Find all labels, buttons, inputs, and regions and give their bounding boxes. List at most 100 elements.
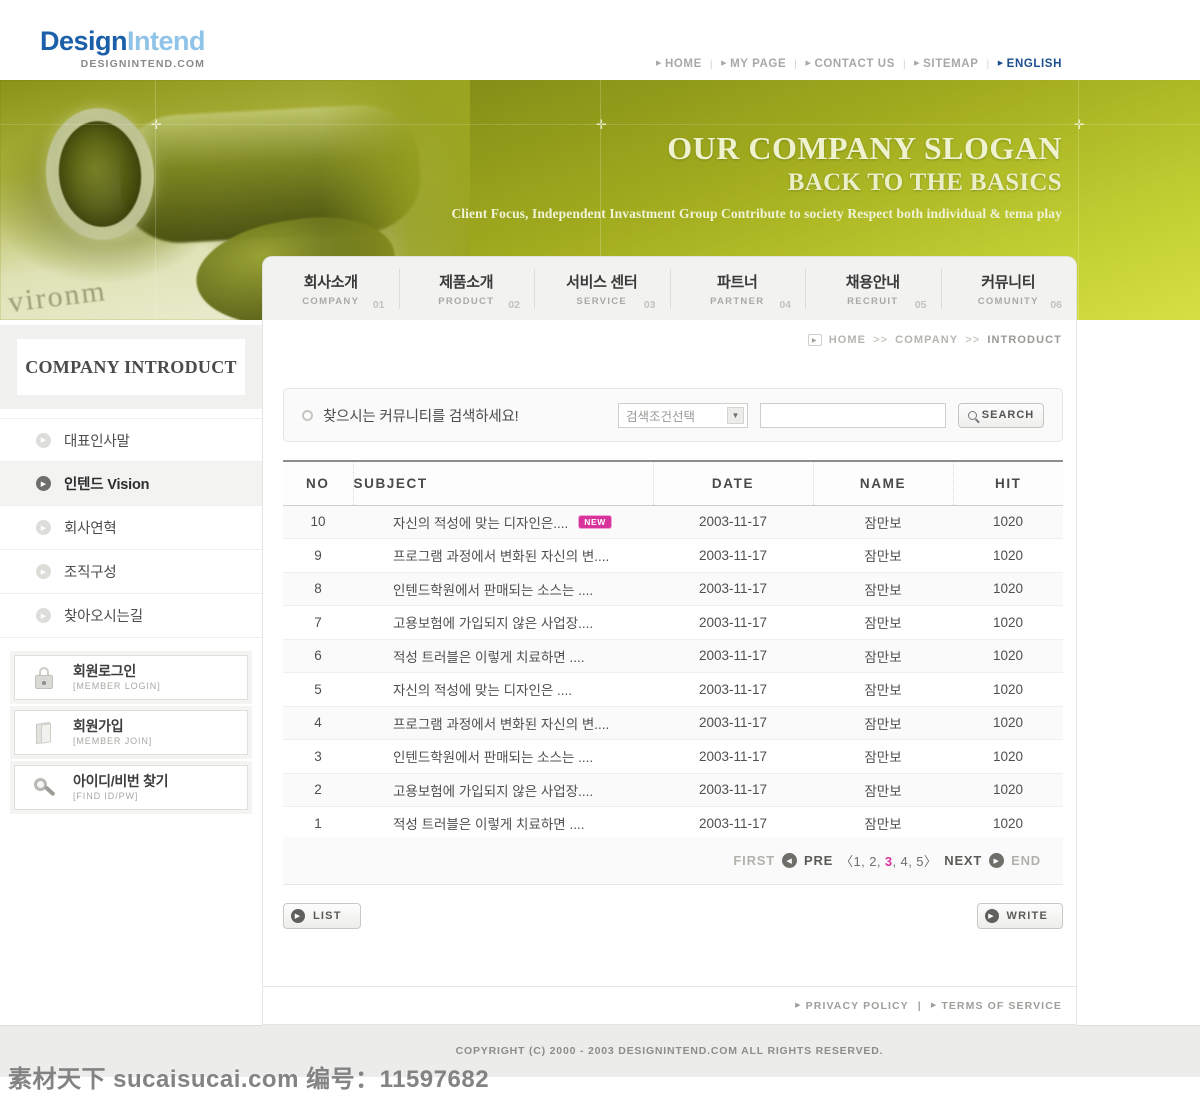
table-row[interactable]: 3 인텐드학원에서 판매되는 소스는 .... 2003-11-17 잠만보 1… (283, 739, 1063, 774)
tab-company[interactable]: 회사소개 COMPANY 01 (263, 257, 399, 321)
action-button-row: ▶ LIST ▶ WRITE (283, 903, 1063, 931)
pagination-prev[interactable]: PRE (804, 853, 833, 868)
cell-date: 2003-11-17 (653, 538, 813, 573)
member-login-box[interactable]: 회원로그인 [MEMBER LOGIN] (14, 655, 248, 700)
cell-hit: 1020 (953, 572, 1063, 606)
triangle-right-icon: ▶ (807, 334, 822, 346)
cell-hit: 1020 (953, 806, 1063, 841)
tab-service[interactable]: 서비스 센터 SERVICE 03 (534, 257, 670, 321)
tab-number: 01 (372, 299, 385, 311)
find-id-pw-label-en: [FIND ID/PW] (73, 790, 139, 801)
breadcrumb-current: INTRODUCT (987, 334, 1062, 346)
sidebar-item-label: 회사연혁 (64, 521, 117, 537)
pagination-page-5[interactable]: 5 (916, 854, 924, 869)
sidebar-title: COMPANY INTRODUCT (17, 339, 245, 395)
tab-label-en: COMPANY (302, 296, 360, 307)
topnav-item-english[interactable]: ▶ ENGLISH (990, 58, 1070, 70)
cell-subject[interactable]: 자신의 적성에 맞는 디자인은.... NEW (353, 505, 653, 539)
search-input[interactable] (760, 402, 946, 428)
table-row[interactable]: 10 자신의 적성에 맞는 디자인은.... NEW 2003-11-17 잠만보… (283, 505, 1063, 539)
triangle-right-icon: ▶ (721, 60, 728, 67)
breadcrumb-home[interactable]: HOME (829, 334, 866, 346)
table-body: 10 자신의 적성에 맞는 디자인은.... NEW 2003-11-17 잠만보… (283, 505, 1063, 841)
chevron-right-icon: ▶ (984, 909, 999, 923)
tab-number: 06 (1050, 299, 1062, 311)
member-join-box[interactable]: 회원가입 [MEMBER JOIN] (14, 710, 248, 755)
sidebar-item-directions[interactable]: ▶ 찾아오시는길 (0, 594, 262, 638)
write-button[interactable]: ▶ WRITE (976, 903, 1063, 929)
pagination-end[interactable]: END (1011, 853, 1041, 868)
pagination-next[interactable]: NEXT (944, 853, 982, 868)
cell-subject[interactable]: 인텐드학원에서 판매되는 소스는 .... (353, 572, 653, 606)
pagination-page-3-current[interactable]: 3 (885, 854, 893, 869)
tab-community[interactable]: 커뮤니티 COMUNITY 06 (940, 257, 1077, 321)
list-button[interactable]: ▶ LIST (283, 903, 361, 929)
site-header: DesignIntend DESIGNINTEND.COM ▶ HOME | ▶ M… (0, 0, 1200, 80)
tab-label-ko: 파트너 (716, 274, 758, 291)
search-bar: 찾으시는 커뮤니티를 검색하세요! 검색조건선택 ▼ SEARCH (283, 388, 1063, 442)
cell-date: 2003-11-17 (653, 773, 813, 807)
tab-partner[interactable]: 파트너 PARTNER 04 (669, 257, 806, 321)
tab-recruit[interactable]: 채용안내 RECRUIT 05 (805, 257, 941, 321)
table-row[interactable]: 4 프로그램 과정에서 변화된 자신의 변.... 2003-11-17 잠만보… (283, 706, 1063, 740)
triangle-right-icon: ▶ (795, 1001, 802, 1009)
breadcrumb-section[interactable]: COMPANY (895, 334, 958, 346)
member-join-text: 회원가입 [MEMBER JOIN] (73, 718, 152, 745)
topnav-item-home[interactable]: ▶ HOME (648, 58, 710, 70)
chevron-down-icon: ▼ (727, 406, 744, 424)
hero-crosshair-icon: ✛ (596, 117, 607, 132)
sidebar-item-greeting[interactable]: ▶ 대표인사말 (0, 418, 262, 462)
chevron-right-icon: ▶ (291, 909, 305, 923)
table-row[interactable]: 8 인텐드학원에서 판매되는 소스는 .... 2003-11-17 잠만보 1… (283, 572, 1063, 606)
chevron-right-icon[interactable]: ▶ (989, 853, 1005, 868)
cell-no: 6 (283, 639, 353, 673)
tab-product[interactable]: 제품소개 PRODUCT 02 (398, 257, 535, 321)
content-panel: ▶ HOME >> COMPANY >> INTRODUCT 찾으시는 커뮤니티… (262, 320, 1077, 987)
cell-subject[interactable]: 인텐드학원에서 판매되는 소스는 .... (353, 739, 653, 774)
sidebar-item-organization[interactable]: ▶ 조직구성 (0, 550, 262, 594)
pagination-page-1[interactable]: 1 (854, 854, 862, 869)
watermark: 素材天下 sucaisucai.com 编号：11597682 (8, 1066, 490, 1093)
table-row[interactable]: 7 고용보험에 가입되지 않은 사업장.... 2003-11-17 잠만보 1… (283, 605, 1063, 640)
topnav-item-sitemap[interactable]: ▶ SITEMAP (906, 58, 986, 70)
find-id-pw-box[interactable]: 아이디/비번 찾기 [FIND ID/PW] (14, 765, 248, 810)
chevron-left-icon[interactable]: ◀ (781, 853, 797, 868)
table-row[interactable]: 6 적성 트러블은 이렇게 치료하면 .... 2003-11-17 잠만보 1… (283, 639, 1063, 673)
cell-subject[interactable]: 프로그램 과정에서 변화된 자신의 변.... (353, 706, 653, 740)
member-login-text: 회원로그인 [MEMBER LOGIN] (73, 663, 161, 690)
tab-number: 02 (508, 299, 520, 311)
search-button[interactable]: SEARCH (958, 402, 1044, 428)
search-condition-select[interactable]: 검색조건선택 ▼ (618, 402, 748, 428)
sidebar-item-vision[interactable]: ▶ 인텐드 Vision (0, 462, 262, 506)
cell-subject[interactable]: 적성 트러블은 이렇게 치료하면 .... (353, 806, 653, 841)
cell-hit: 1020 (953, 773, 1063, 807)
terms-of-service-link[interactable]: ▶ TERMS OF SERVICE (931, 1000, 1062, 1012)
cell-subject[interactable]: 적성 트러블은 이렇게 치료하면 .... (353, 639, 653, 673)
topnav-label: MY PAGE (730, 58, 787, 70)
cell-subject[interactable]: 고용보험에 가입되지 않은 사업장.... (353, 773, 653, 807)
sidebar-item-history[interactable]: ▶ 회사연혁 (0, 506, 262, 550)
cell-name: 잠만보 (813, 605, 953, 640)
tab-label-en: PARTNER (710, 296, 765, 307)
hero-slogan-secondary: BACK TO THE BASICS (787, 168, 1062, 196)
site-logo[interactable]: DesignIntend DESIGNINTEND.COM (40, 28, 206, 71)
cell-no: 5 (283, 672, 353, 707)
table-row[interactable]: 1 적성 트러블은 이렇게 치료하면 .... 2003-11-17 잠만보 1… (283, 806, 1063, 841)
pagination-page-4[interactable]: 4 (901, 854, 909, 869)
pagination: FIRST ◀ PRE 〈1, 2, 3, 4, 5〉 NEXT ▶ END (283, 837, 1063, 885)
page-root: DesignIntend DESIGNINTEND.COM ▶ HOME | ▶ M… (0, 0, 1200, 1100)
table-row[interactable]: 9 프로그램 과정에서 변화된 자신의 변.... 2003-11-17 잠만보… (283, 538, 1063, 573)
privacy-policy-link[interactable]: ▶ PRIVACY POLICY (795, 1000, 909, 1012)
chevron-right-icon: ▶ (36, 476, 51, 491)
topnav-item-my-page[interactable]: ▶ MY PAGE (713, 58, 794, 70)
cell-subject[interactable]: 프로그램 과정에서 변화된 자신의 변.... (353, 538, 653, 573)
cell-subject[interactable]: 고용보험에 가입되지 않은 사업장.... (353, 605, 653, 640)
table-row[interactable]: 5 자신의 적성에 맞는 디자인은 .... 2003-11-17 잠만보 10… (283, 672, 1063, 707)
pagination-first[interactable]: FIRST (733, 853, 775, 868)
topnav-label: SITEMAP (923, 58, 979, 70)
topnav-item-contact-us[interactable]: ▶ CONTACT US (797, 58, 903, 70)
breadcrumb: ▶ HOME >> COMPANY >> INTRODUCT (807, 334, 1062, 346)
table-row[interactable]: 2 고용보험에 가입되지 않은 사업장.... 2003-11-17 잠만보 1… (283, 773, 1063, 807)
pagination-page-2[interactable]: 2 (869, 854, 877, 869)
cell-subject[interactable]: 자신의 적성에 맞는 디자인은 .... (353, 672, 653, 707)
